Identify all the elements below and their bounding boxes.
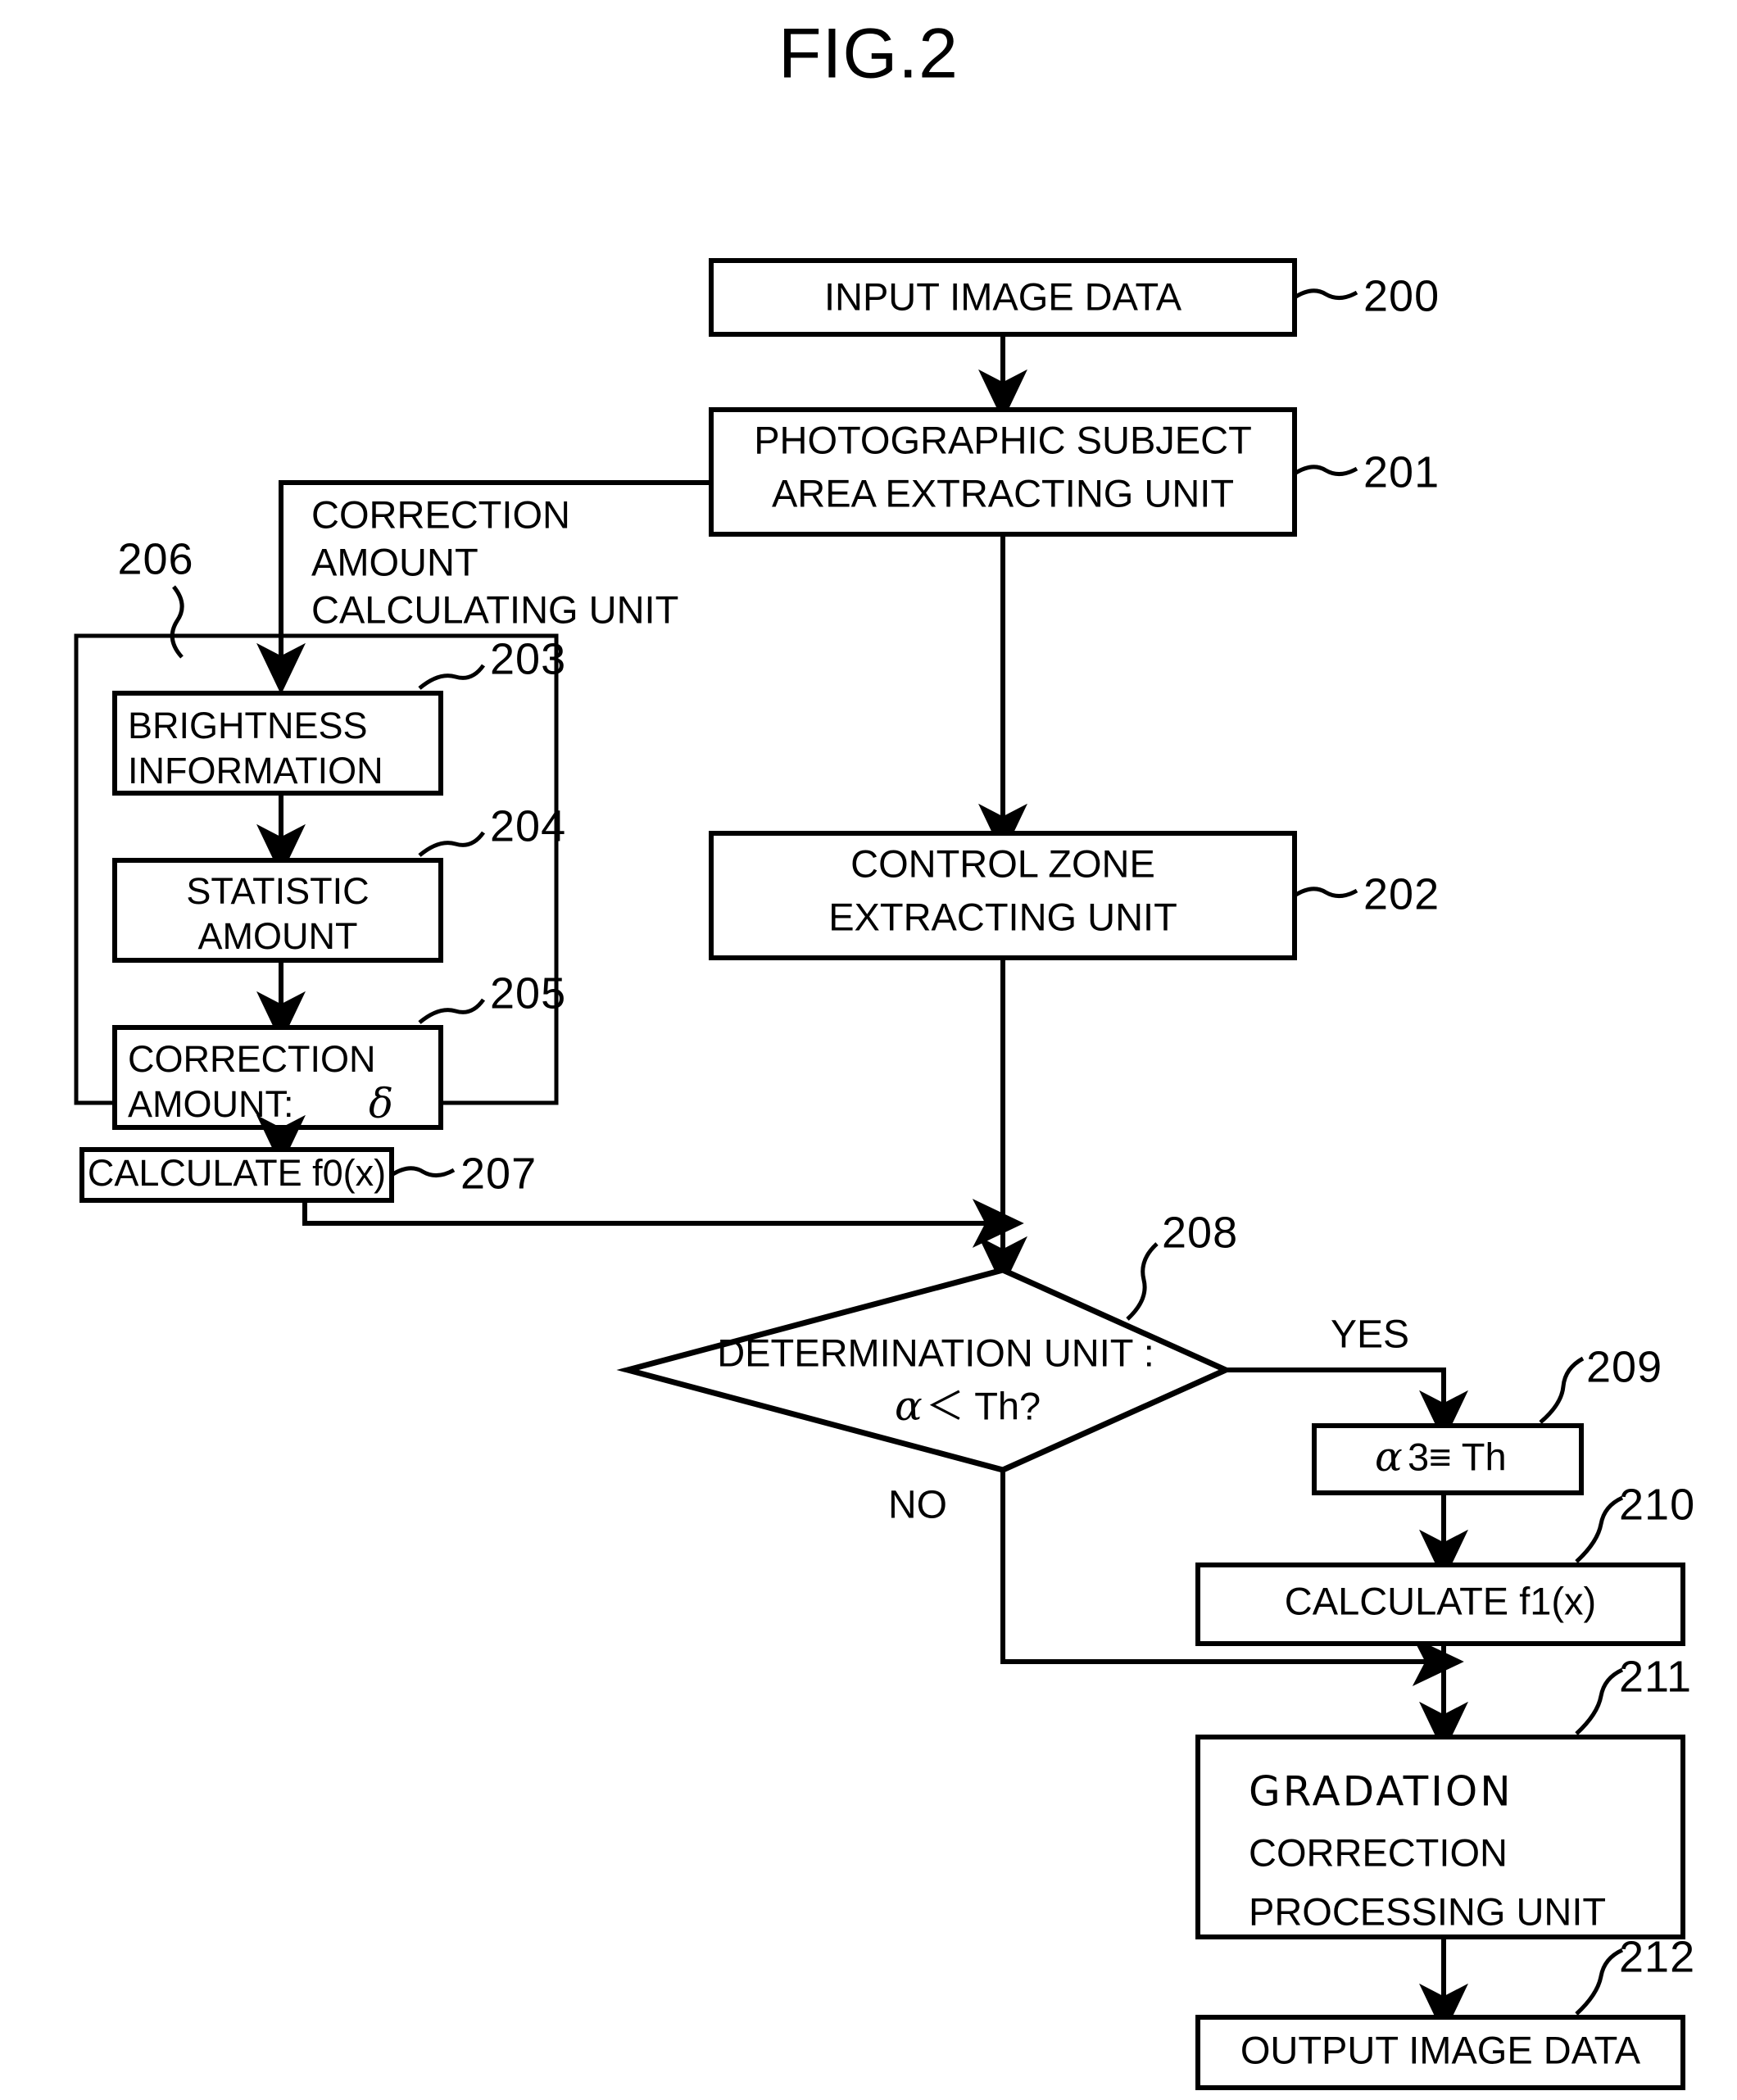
page-title: FIG.2 <box>778 15 959 93</box>
node-calculate-f1-label: CALCULATE f1(x) <box>1285 1579 1596 1622</box>
node-subject-line2: AREA EXTRACTING UNIT <box>772 471 1234 515</box>
node-gradation-line2: CORRECTION <box>1249 1830 1508 1874</box>
ref-number-202: 202 <box>1363 869 1440 918</box>
leader-204 <box>418 831 486 857</box>
group-206-caption-line3: CALCULATING UNIT <box>311 587 678 631</box>
ref-number-210: 210 <box>1619 1480 1695 1529</box>
node-correction-line1: CORRECTION <box>128 1038 376 1080</box>
branch-label-yes: YES <box>1331 1313 1409 1357</box>
node-gradation-line1: GRADATION <box>1249 1768 1513 1816</box>
node-control-zone-line2: EXTRACTING UNIT <box>828 895 1177 938</box>
leader-206 <box>170 585 184 659</box>
node-assign-expression: 3≡ Th <box>1408 1435 1507 1478</box>
node-output-image-data-label: OUTPUT IMAGE DATA <box>1240 2028 1641 2071</box>
node-statistic-line2: AMOUNT <box>198 915 358 957</box>
leader-209 <box>1539 1356 1585 1424</box>
ref-number-201: 201 <box>1363 447 1440 497</box>
leader-207 <box>390 1166 456 1177</box>
leader-203 <box>418 664 486 690</box>
leader-210 <box>1575 1495 1624 1563</box>
leader-200 <box>1293 288 1358 300</box>
node-determination-line1: DETERMINATION UNIT : <box>717 1331 1154 1374</box>
leader-205 <box>418 998 486 1024</box>
node-assign-alpha: α <box>1375 1433 1403 1481</box>
ref-number-203: 203 <box>490 634 566 683</box>
group-206-caption-line2: AMOUNT <box>311 540 478 583</box>
leader-201 <box>1293 465 1358 476</box>
leader-202 <box>1293 887 1358 898</box>
ref-number-206: 206 <box>117 534 193 583</box>
ref-number-205: 205 <box>490 968 566 1018</box>
ref-number-200: 200 <box>1363 271 1440 320</box>
node-subject-line1: PHOTOGRAPHIC SUBJECT <box>754 418 1252 461</box>
edge-calc-f0-to-determination <box>302 1199 1024 1249</box>
node-determination-alpha: α <box>895 1382 923 1430</box>
leader-208 <box>1126 1242 1159 1321</box>
leader-211 <box>1575 1667 1624 1735</box>
ref-number-212: 212 <box>1619 1932 1695 1981</box>
group-206-caption-line1: CORRECTION <box>311 492 570 536</box>
node-gradation-line3: PROCESSING UNIT <box>1249 1889 1606 1933</box>
ref-number-204: 204 <box>490 801 566 850</box>
node-correction-line2: AMOUNT: <box>128 1083 294 1125</box>
ref-number-208: 208 <box>1162 1208 1238 1257</box>
node-control-zone-line1: CONTROL ZONE <box>850 841 1155 885</box>
node-brightness-line2: INFORMATION <box>128 750 383 791</box>
edge-yes-to-assign <box>1226 1367 1468 1442</box>
branch-label-no: NO <box>888 1484 947 1527</box>
ref-number-209: 209 <box>1586 1342 1662 1391</box>
ref-number-207: 207 <box>460 1149 537 1198</box>
node-brightness-line1: BRIGHTNESS <box>128 705 368 746</box>
node-calculate-f0-label: CALCULATE f0(x) <box>88 1152 386 1194</box>
node-determination-condition: ＜ Th? <box>926 1384 1041 1427</box>
node-correction-delta-symbol: δ <box>369 1080 393 1127</box>
flowchart-canvas: FIG.2 INPUT IMAGE DATA 200 PHOTOGRAPHIC … <box>74 15 1695 2090</box>
patent-figure: FIG.2 INPUT IMAGE DATA 200 PHOTOGRAPHIC … <box>0 0 1737 2100</box>
leader-212 <box>1575 1948 1624 2016</box>
node-input-image-data-label: INPUT IMAGE DATA <box>824 274 1182 318</box>
ref-number-211: 211 <box>1619 1652 1692 1701</box>
node-statistic-line1: STATISTIC <box>186 870 369 912</box>
